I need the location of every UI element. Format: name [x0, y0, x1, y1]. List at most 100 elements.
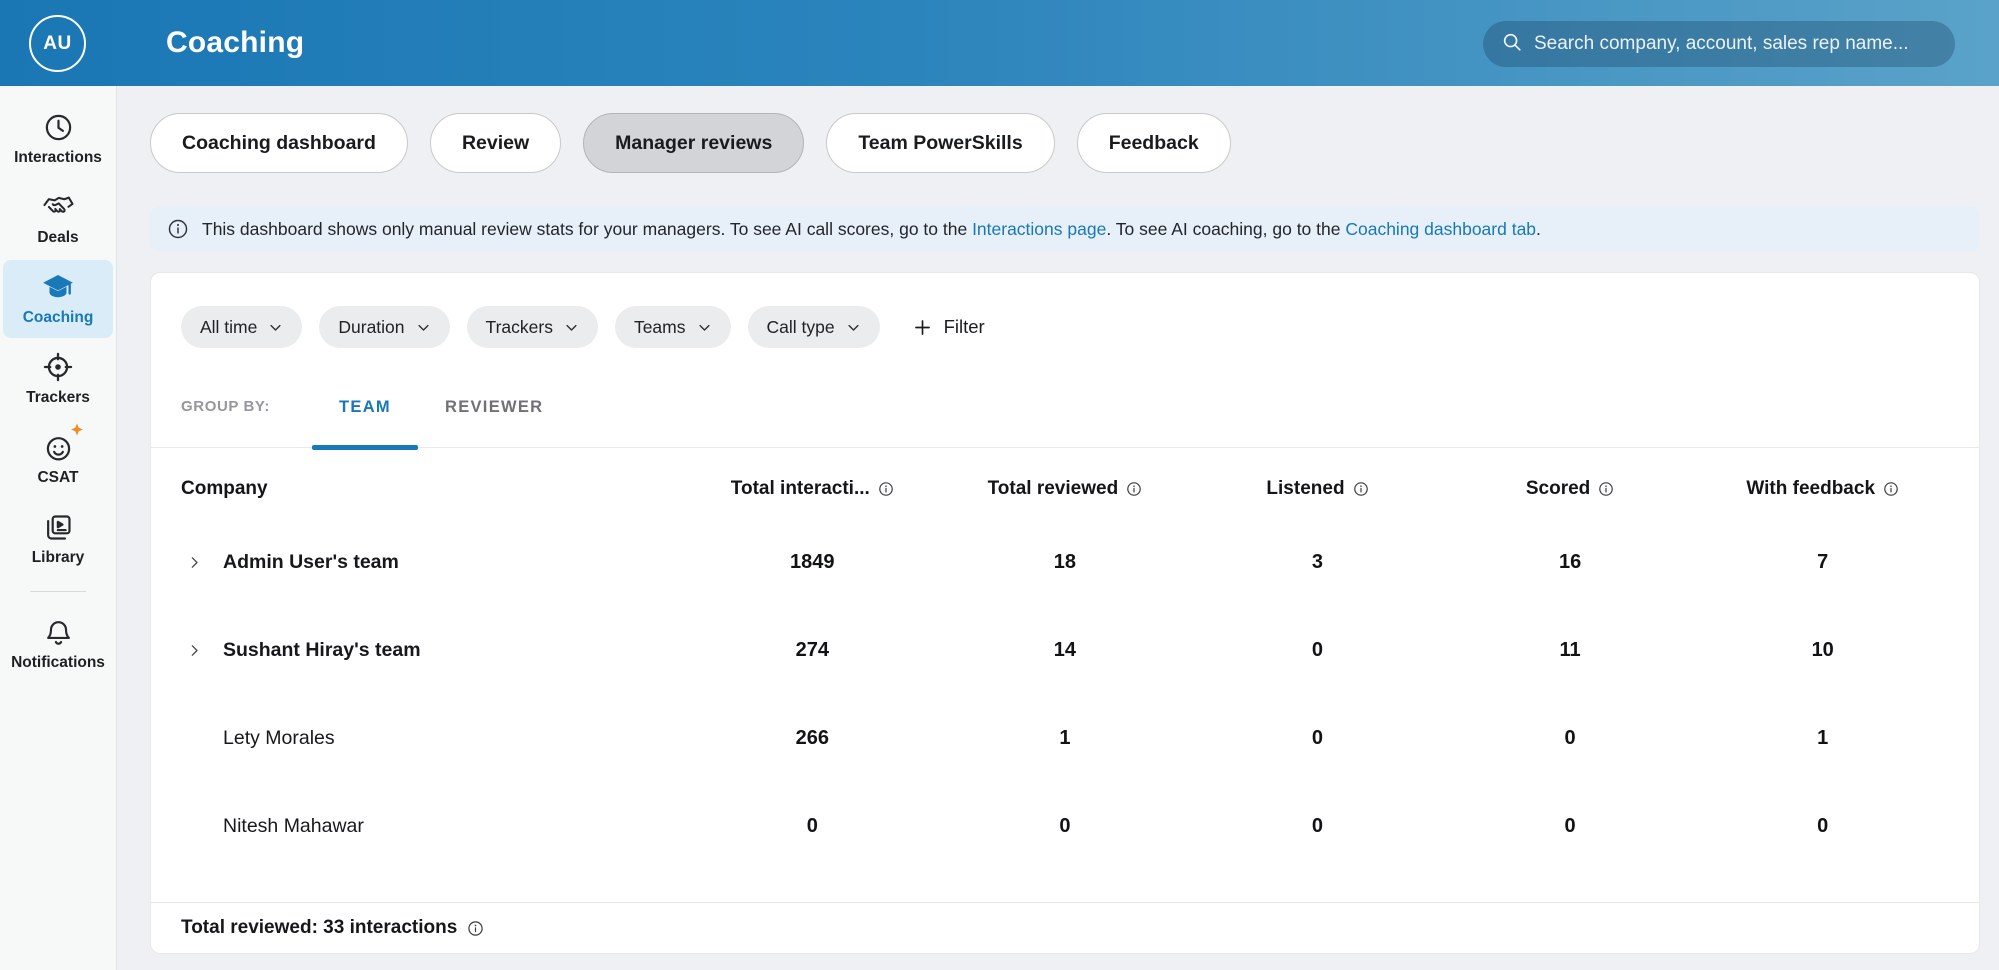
bell-icon [43, 616, 74, 648]
total-reviewed-value: 18 [939, 551, 1192, 574]
table-row[interactable]: Admin User's team 1849 18 3 16 7 [151, 518, 1979, 606]
col-scored: Scored [1444, 478, 1697, 500]
col-with-feedback: With feedback [1696, 478, 1949, 500]
info-icon[interactable] [878, 481, 894, 497]
tab-team-powerskills[interactable]: Team PowerSkills [826, 113, 1054, 173]
row-name: Nitesh Mahawar [223, 815, 364, 838]
listened-value: 0 [1191, 815, 1444, 838]
chevron-down-icon [846, 320, 861, 335]
total-interactions-value: 266 [686, 727, 939, 750]
sidebar-item-library[interactable]: Library [3, 500, 113, 578]
handshake-icon [42, 191, 75, 223]
banner-text: This dashboard shows only manual review … [202, 219, 1541, 240]
info-banner: This dashboard shows only manual review … [150, 206, 1980, 252]
table-row[interactable]: Lety Morales 266 1 0 0 1 [151, 694, 1979, 782]
info-icon [167, 218, 189, 240]
chevron-right-icon[interactable] [187, 643, 203, 658]
tab-feedback[interactable]: Feedback [1077, 113, 1231, 173]
sidebar-item-label: Notifications [11, 654, 105, 672]
group-by-label: GROUP BY: [181, 398, 270, 447]
sidebar-item-label: Deals [37, 229, 78, 247]
sidebar-item-label: Trackers [26, 389, 90, 407]
chevron-down-icon [697, 320, 712, 335]
page-title: Coaching [166, 26, 304, 60]
chevron-down-icon [268, 320, 283, 335]
sidebar-divider [30, 591, 86, 592]
row-name: Admin User's team [223, 551, 399, 574]
col-listened: Listened [1191, 478, 1444, 500]
filter-duration[interactable]: Duration [319, 306, 449, 348]
avatar[interactable]: AU [29, 15, 86, 72]
target-icon [42, 351, 74, 383]
scored-value: 11 [1444, 639, 1697, 662]
interactions-page-link[interactable]: Interactions page [972, 219, 1106, 239]
listened-value: 0 [1191, 727, 1444, 750]
row-name: Sushant Hiray's team [223, 639, 421, 662]
smiley-sparkle-icon [43, 431, 74, 463]
filters-row: All time Duration Trackers Teams Call ty… [151, 273, 1979, 348]
table-footer: Total reviewed: 33 interactions [151, 902, 1979, 953]
coaching-dashboard-tab-link[interactable]: Coaching dashboard tab [1345, 219, 1536, 239]
filter-all-time[interactable]: All time [181, 306, 302, 348]
group-by-team-tab[interactable]: TEAM [312, 398, 418, 447]
sidebar-item-label: Interactions [14, 149, 102, 167]
main-content: Coaching dashboard Review Manager review… [117, 86, 1999, 970]
table-row[interactable]: Sushant Hiray's team 274 14 0 11 10 [151, 606, 1979, 694]
total-reviewed-value: 14 [939, 639, 1192, 662]
total-interactions-value: 1849 [686, 551, 939, 574]
col-company: Company [181, 478, 686, 500]
total-reviewed-summary: Total reviewed: 33 interactions [181, 917, 457, 939]
tab-review[interactable]: Review [430, 113, 561, 173]
info-icon[interactable] [1353, 481, 1369, 497]
filter-call-type[interactable]: Call type [748, 306, 880, 348]
search-icon [1501, 31, 1523, 58]
col-total-interactions: Total interacti... [686, 478, 939, 500]
sparkle-icon [68, 422, 86, 445]
with-feedback-value: 7 [1696, 551, 1949, 574]
plus-icon [912, 317, 933, 338]
chevron-down-icon [416, 320, 431, 335]
filter-teams[interactable]: Teams [615, 306, 731, 348]
total-reviewed-value: 1 [939, 727, 1192, 750]
listened-value: 3 [1191, 551, 1444, 574]
info-icon[interactable] [1598, 481, 1614, 497]
with-feedback-value: 10 [1696, 639, 1949, 662]
listened-value: 0 [1191, 639, 1444, 662]
group-by-row: GROUP BY: TEAM REVIEWER [151, 398, 1979, 448]
global-search[interactable] [1483, 21, 1955, 67]
info-icon[interactable] [1126, 481, 1142, 497]
group-by-reviewer-tab[interactable]: REVIEWER [418, 398, 570, 447]
col-total-reviewed: Total reviewed [939, 478, 1192, 500]
sidebar-item-label: Library [32, 549, 85, 567]
total-interactions-value: 274 [686, 639, 939, 662]
tab-coaching-dashboard[interactable]: Coaching dashboard [150, 113, 408, 173]
clock-icon [43, 111, 74, 143]
sidebar-item-interactions[interactable]: Interactions [3, 100, 113, 178]
table-header: Company Total interacti... Total reviewe… [151, 448, 1979, 518]
sidebar-item-deals[interactable]: Deals [3, 180, 113, 258]
sidebar-item-label: CSAT [37, 469, 78, 487]
manager-reviews-card: All time Duration Trackers Teams Call ty… [150, 272, 1980, 954]
sidebar-item-label: Coaching [23, 309, 94, 327]
filter-trackers[interactable]: Trackers [467, 306, 598, 348]
sidebar-item-notifications[interactable]: Notifications [3, 605, 113, 683]
scored-value: 0 [1444, 815, 1697, 838]
sidebar-nav: Interactions Deals Coaching Trackers CSA… [0, 86, 117, 970]
sidebar-item-coaching[interactable]: Coaching [3, 260, 113, 338]
scored-value: 16 [1444, 551, 1697, 574]
graduation-cap-icon [41, 271, 75, 303]
row-name: Lety Morales [223, 727, 335, 750]
section-tabs: Coaching dashboard Review Manager review… [150, 113, 1980, 173]
sidebar-item-csat[interactable]: CSAT [3, 420, 113, 498]
chevron-down-icon [564, 320, 579, 335]
scored-value: 0 [1444, 727, 1697, 750]
tab-manager-reviews[interactable]: Manager reviews [583, 113, 804, 173]
total-reviewed-value: 0 [939, 815, 1192, 838]
search-input[interactable] [1534, 33, 1937, 55]
table-row[interactable]: Nitesh Mahawar 0 0 0 0 0 [151, 782, 1979, 870]
add-filter-button[interactable]: Filter [912, 316, 985, 338]
info-icon[interactable] [467, 920, 484, 937]
sidebar-item-trackers[interactable]: Trackers [3, 340, 113, 418]
chevron-right-icon[interactable] [187, 555, 203, 570]
info-icon[interactable] [1883, 481, 1899, 497]
